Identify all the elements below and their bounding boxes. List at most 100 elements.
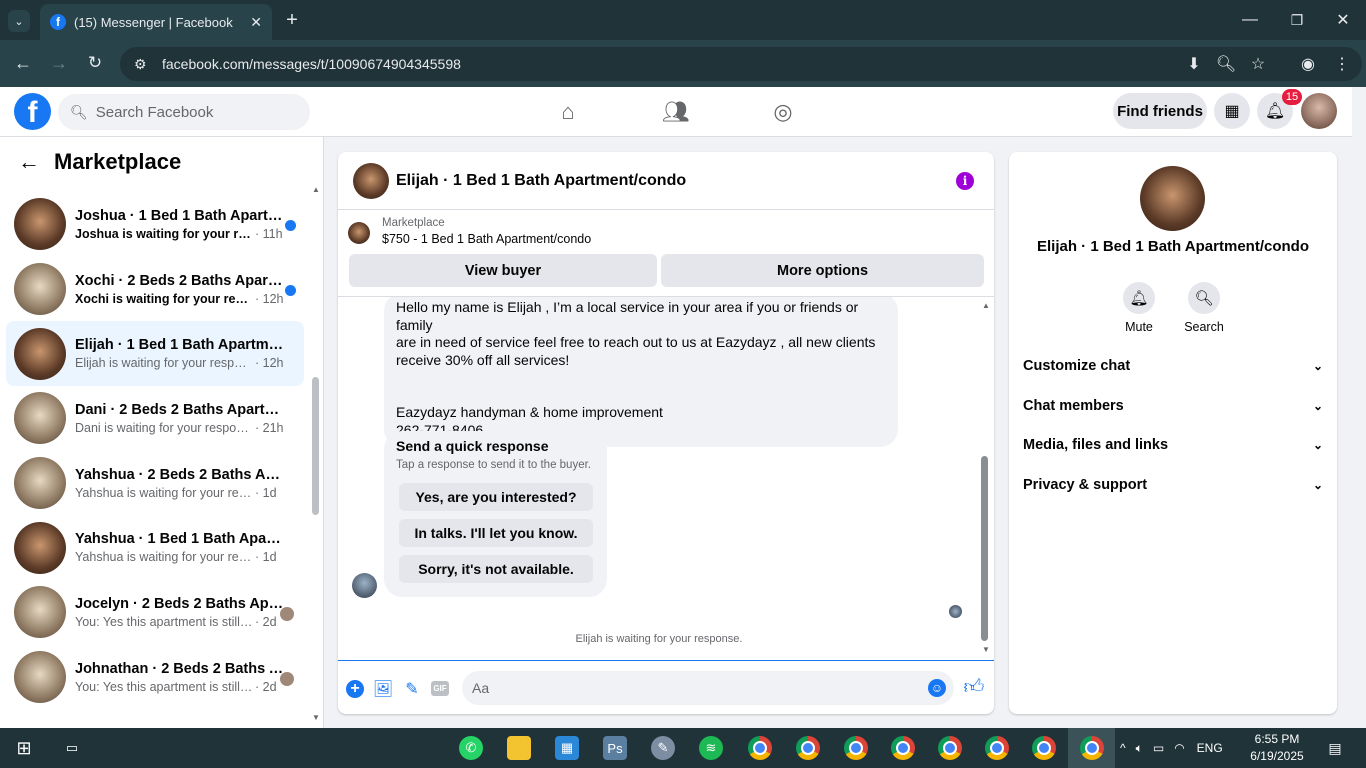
account-avatar[interactable]	[1301, 93, 1337, 129]
conversation-item[interactable]: Joshua · 1 Bed 1 Bath Apartme... Joshua i…	[6, 192, 304, 257]
conversation-item[interactable]: Dani · 2 Beds 2 Baths Apartmen... Dani is…	[6, 386, 304, 451]
tab-search-icon[interactable]: ⌄	[8, 10, 30, 32]
search-input[interactable]: 🔍︎ Search Facebook	[58, 94, 310, 130]
find-friends-button[interactable]: Find friends	[1113, 93, 1207, 129]
message-input[interactable]: Aa ☺	[462, 671, 954, 705]
chat-scroll-up-arrow-icon[interactable]: ▲	[982, 301, 990, 310]
chrome-icon[interactable]	[844, 736, 868, 760]
chrome-icon[interactable]	[938, 736, 962, 760]
conversation-item[interactable]: Yahshua · 2 Beds 2 Baths Apart... Yahshua…	[6, 451, 304, 516]
listing-title: $750 - 1 Bed 1 Bath Apartment/condo	[382, 232, 592, 246]
chat-scroll-down-arrow-icon[interactable]: ▼	[982, 645, 990, 654]
back-arrow-icon[interactable]: ←	[18, 149, 40, 175]
add-plus-icon[interactable]: +	[346, 680, 364, 698]
spotify-icon[interactable]: ≋	[699, 736, 723, 760]
emoji-icon[interactable]: ☺	[928, 679, 946, 697]
view-buyer-button[interactable]: View buyer	[349, 254, 657, 287]
chrome-icon[interactable]	[891, 736, 915, 760]
chat-avatar[interactable]	[353, 162, 389, 199]
profile-icon[interactable]: ◉	[1298, 54, 1318, 74]
conversation-item[interactable]: Jocelyn · 2 Beds 2 Baths Apar... You: Yes…	[6, 580, 304, 645]
scroll-down-arrow-icon[interactable]: ▼	[312, 713, 320, 722]
chat-scrollbar[interactable]	[981, 456, 988, 641]
scroll-up-arrow-icon[interactable]: ▲	[312, 185, 320, 194]
listing-summary[interactable]: Marketplace $750 - 1 Bed 1 Bath Apartmen…	[348, 217, 591, 246]
info-icon[interactable]: i	[956, 172, 974, 190]
menu-dots-icon[interactable]: ⋮	[1332, 54, 1352, 74]
quick-response-button[interactable]: Yes, are you interested?	[399, 483, 593, 511]
conversation-name: Joshua · 1 Bed 1 Bath Apartme...	[75, 207, 285, 224]
whatsapp-icon[interactable]: ✆	[459, 736, 483, 760]
conversation-name: Yahshua · 1 Bed 1 Bath Apartme...	[75, 531, 285, 548]
windows-start-icon[interactable]: ⊞	[12, 736, 36, 760]
photoshop-icon[interactable]: Ps	[603, 736, 627, 760]
more-options-button[interactable]: More options	[661, 254, 984, 287]
conversation-item[interactable]: Yahshua · 1 Bed 1 Bath Apartme... Yahshua…	[6, 515, 304, 580]
bookmark-star-icon[interactable]: ☆	[1248, 54, 1268, 74]
conversation-item[interactable]: Xochi · 2 Beds 2 Baths Apartm... Xochi is…	[6, 257, 304, 322]
conversation-item[interactable]: Elijah · 1 Bed 1 Bath Apartment/... Elija…	[6, 321, 304, 387]
chrome-icon[interactable]	[985, 736, 1009, 760]
sidebar-scrollbar[interactable]	[312, 377, 319, 515]
chat-title[interactable]: Elijah · 1 Bed 1 Bath Apartment/condo	[396, 172, 686, 190]
privacy-support-section[interactable]: Privacy & support ⌄	[1023, 477, 1323, 493]
quick-response-button[interactable]: Sorry, it's not available.	[399, 555, 593, 583]
language-indicator[interactable]: ENG	[1197, 741, 1223, 755]
photo-icon[interactable]: 🖼︎	[373, 679, 393, 699]
sender-avatar[interactable]	[352, 573, 377, 598]
groups-icon[interactable]: ◎	[768, 97, 798, 127]
wifi-icon[interactable]: ◠	[1174, 741, 1184, 755]
reload-icon[interactable]: ↻	[84, 52, 106, 74]
gif-icon[interactable]: GIF	[431, 681, 449, 696]
like-thumb-icon[interactable]: 👍︎	[964, 676, 985, 698]
file-explorer-icon[interactable]	[507, 736, 531, 760]
task-view-icon[interactable]: ▭	[60, 736, 84, 760]
notifications-center-icon[interactable]: ▤	[1323, 736, 1347, 760]
close-tab-icon[interactable]: ✕	[250, 14, 262, 31]
menu-grid-icon[interactable]: ▦	[1214, 93, 1250, 129]
close-window-icon[interactable]: ✕	[1333, 10, 1353, 30]
chat-members-section[interactable]: Chat members ⌄	[1023, 398, 1323, 414]
conversation-time: · 12h	[255, 291, 284, 306]
zoom-icon[interactable]: 🔍︎	[1216, 54, 1236, 74]
mute-action[interactable]: 🔔︎ Mute	[1109, 282, 1169, 334]
browser-tab[interactable]: f (15) Messenger | Facebook ✕	[40, 4, 272, 40]
battery-icon[interactable]: ▭	[1153, 741, 1164, 755]
conversation-name: Xochi · 2 Beds 2 Baths Apartm...	[75, 272, 285, 289]
chrome-icon[interactable]	[1032, 736, 1056, 760]
chrome-icon[interactable]	[796, 736, 820, 760]
back-icon[interactable]: ←	[12, 52, 34, 74]
microsoft-store-icon[interactable]: ▦	[555, 736, 579, 760]
friends-icon[interactable]: 👥︎	[661, 97, 691, 127]
message-bubble: Hello my name is Elijah , I’m a local se…	[384, 297, 898, 447]
forward-icon[interactable]: →	[48, 52, 70, 74]
contact-avatar[interactable]	[1140, 166, 1205, 231]
home-icon[interactable]: ⌂	[553, 97, 583, 127]
browser-tab-bar: ⌄ f (15) Messenger | Facebook ✕ + — ❐ ✕	[0, 0, 1366, 40]
restore-icon[interactable]: ❐	[1287, 10, 1307, 30]
search-action[interactable]: 🔍︎ Search	[1174, 282, 1234, 334]
site-info-icon[interactable]: ⚙	[134, 56, 150, 73]
conversation-time: · 11h	[255, 226, 283, 241]
quick-response-button[interactable]: In talks. I'll let you know.	[399, 519, 593, 547]
address-bar[interactable]: ⚙ facebook.com/messages/t/10090674904345…	[120, 47, 1362, 81]
quick-response-card: Send a quick response Tap a response to …	[384, 431, 607, 597]
search-icon: 🔍︎	[1188, 282, 1220, 314]
clock[interactable]: 6:55 PM 6/19/2025	[1237, 731, 1317, 765]
media-files-section[interactable]: Media, files and links ⌄	[1023, 437, 1323, 453]
show-hidden-icons-icon[interactable]: ^	[1120, 741, 1126, 755]
minimize-icon[interactable]: —	[1240, 10, 1260, 30]
new-tab-icon[interactable]: +	[282, 9, 302, 31]
facebook-logo[interactable]: f	[14, 93, 51, 130]
install-app-icon[interactable]: ⬇	[1184, 54, 1204, 74]
customize-chat-section[interactable]: Customize chat ⌄	[1023, 358, 1323, 374]
contact-name: Elijah · 1 Bed 1 Bath Apartment/condo	[1037, 238, 1309, 255]
chrome-icon[interactable]	[1080, 736, 1104, 760]
paint-icon[interactable]: ✎	[651, 736, 675, 760]
volume-icon[interactable]: 🔈︎	[1136, 741, 1143, 756]
chrome-icon[interactable]	[748, 736, 772, 760]
conversation-item[interactable]: Johnathan · 2 Beds 2 Baths Apar... You: Y…	[6, 645, 304, 710]
sticker-icon[interactable]: ✎	[402, 679, 422, 699]
page-scrollbar[interactable]	[1352, 87, 1366, 728]
chevron-down-icon: ⌄	[1312, 399, 1323, 413]
